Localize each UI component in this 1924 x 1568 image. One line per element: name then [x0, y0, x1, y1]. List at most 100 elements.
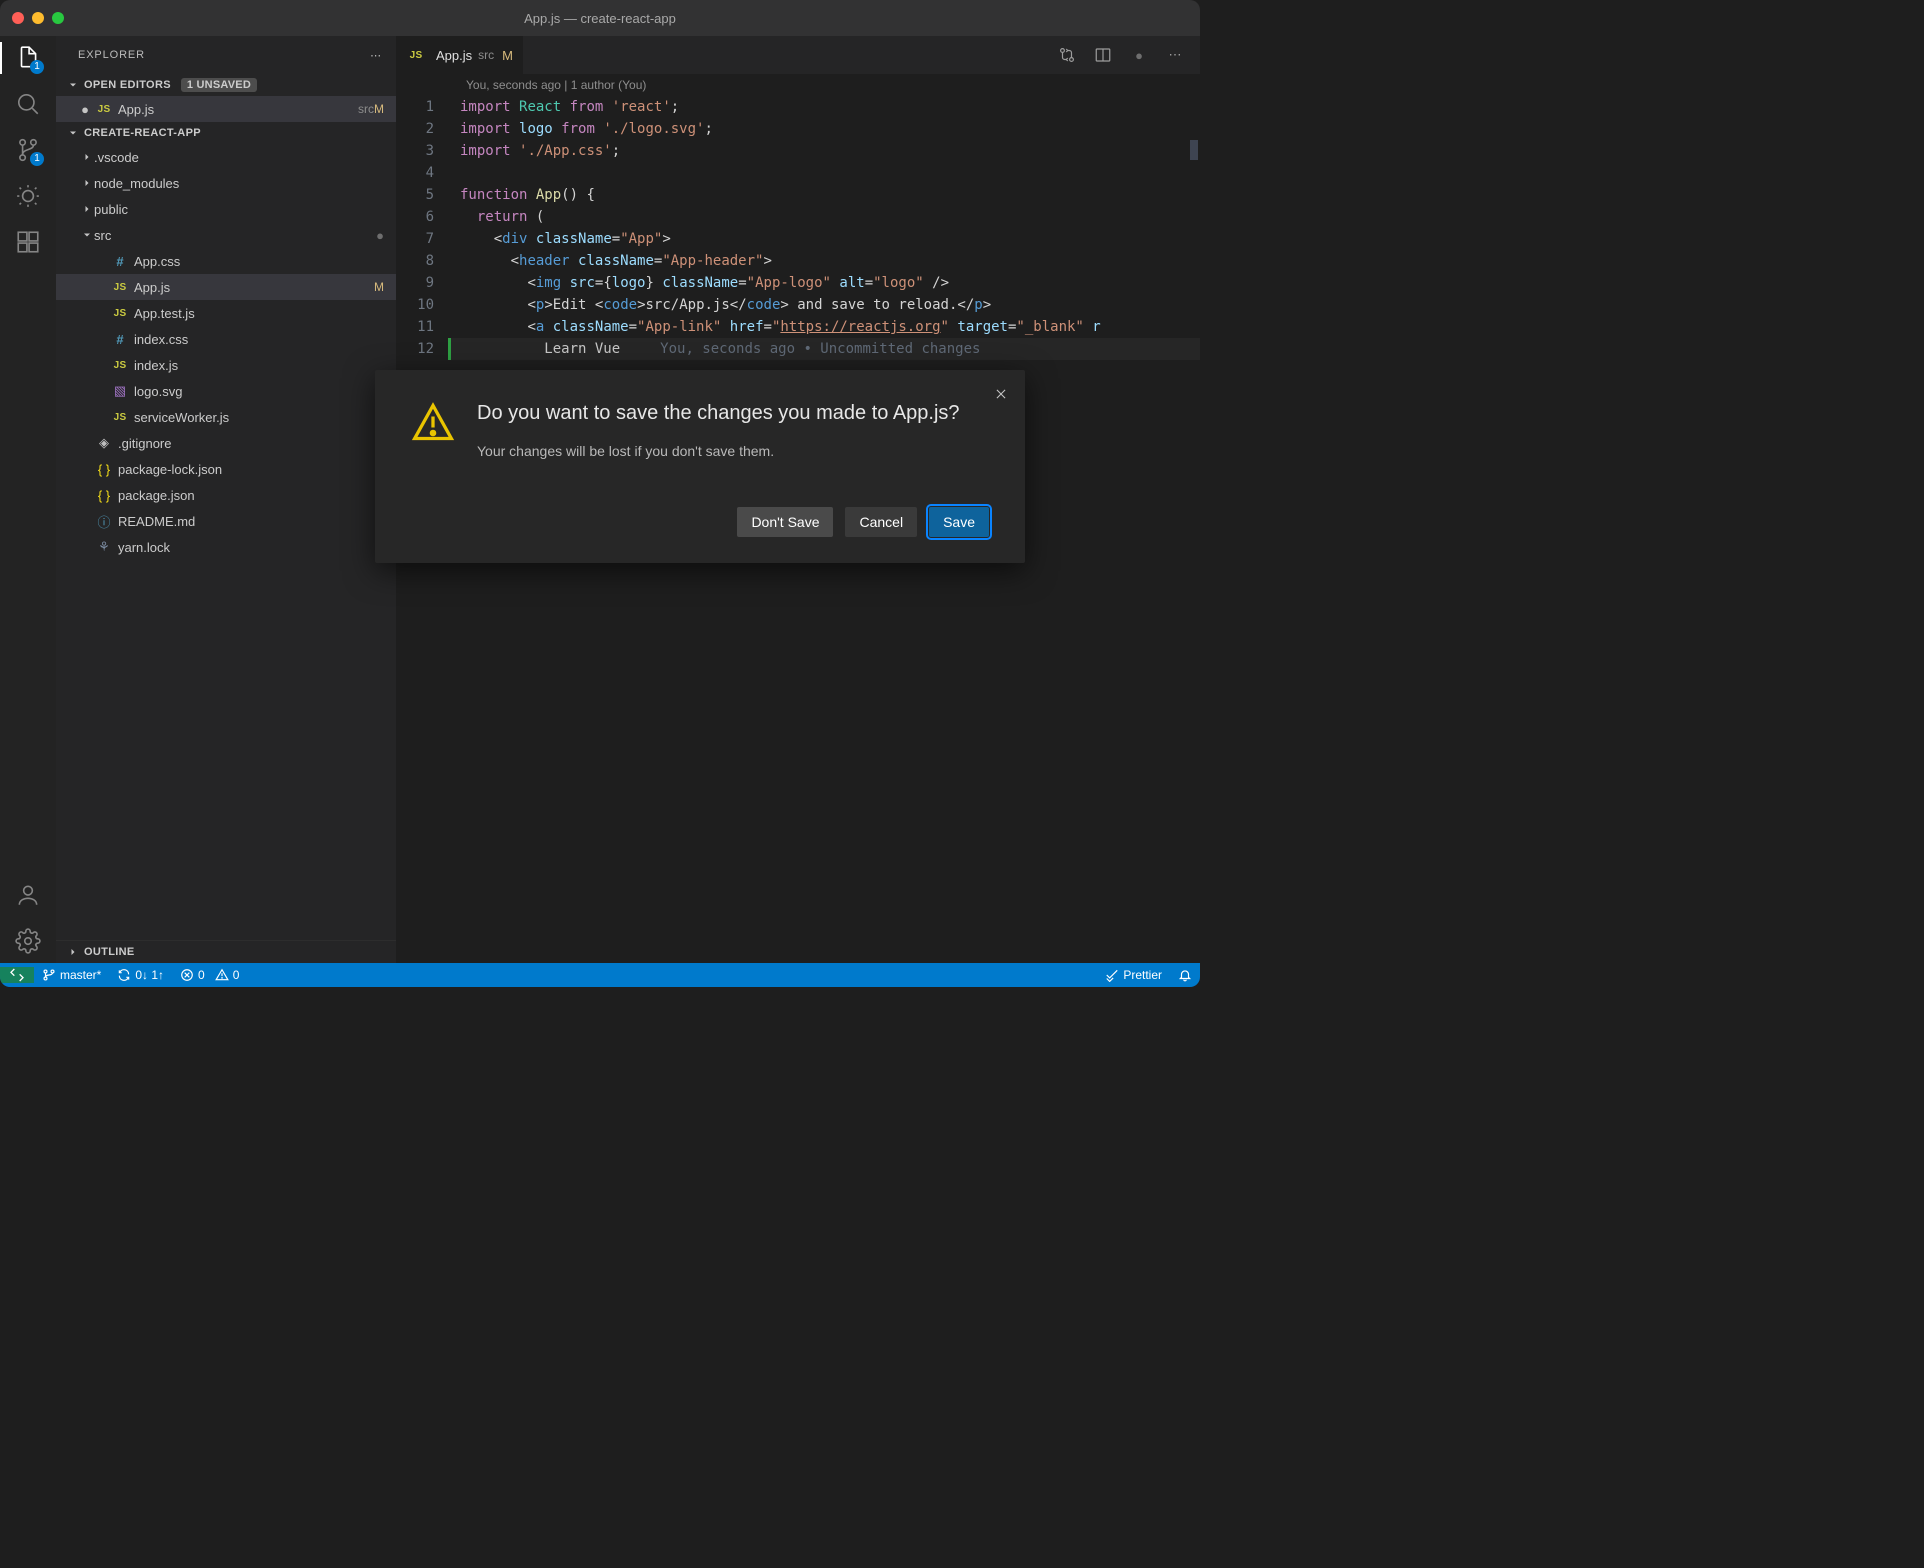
- prettier-label: Prettier: [1123, 968, 1162, 982]
- tree-label: App.js: [134, 280, 374, 295]
- tree-file[interactable]: { }package-lock.json: [56, 456, 396, 482]
- code-line: [448, 162, 1200, 184]
- code-line: <header className="App-header">: [448, 250, 1200, 272]
- window-title: App.js — create-react-app: [0, 11, 1200, 26]
- activity-scm[interactable]: 1: [14, 136, 42, 164]
- tab-actions: ● ⋯: [1056, 44, 1200, 66]
- check-icon: [1105, 968, 1119, 982]
- line-number: 8: [396, 250, 434, 272]
- tree-file[interactable]: JSApp.jsM: [56, 274, 396, 300]
- sidebar-more[interactable]: ⋯: [370, 49, 382, 62]
- chevron-right-icon: [80, 202, 94, 216]
- activity-explorer[interactable]: 1: [14, 44, 42, 72]
- tree-label: package.json: [118, 488, 384, 503]
- activity-bar: 1 1: [0, 36, 56, 963]
- error-icon: [180, 968, 194, 982]
- error-count: 0: [198, 968, 205, 982]
- sidebar-header: EXPLORER ⋯: [56, 36, 396, 74]
- activity-account[interactable]: [14, 881, 42, 909]
- tree-file[interactable]: { } package.json: [56, 482, 396, 508]
- tree-file[interactable]: #index.css: [56, 326, 396, 352]
- line-number: 5: [396, 184, 434, 206]
- tree-label: node_modules: [94, 176, 384, 191]
- open-editors-list: ●JSApp.jssrcM: [56, 96, 396, 122]
- activity-settings[interactable]: [14, 927, 42, 955]
- tree-file[interactable]: JS App.test.js: [56, 300, 396, 326]
- split-editor-button[interactable]: [1092, 44, 1114, 66]
- project-header[interactable]: CREATE-REACT-APP: [56, 122, 396, 144]
- dirty-dot-icon: ●: [76, 102, 94, 117]
- open-editors-header[interactable]: OPEN EDITORS 1 UNSAVED: [56, 74, 396, 96]
- dont-save-button[interactable]: Don't Save: [737, 507, 833, 537]
- notifications[interactable]: [1170, 968, 1200, 982]
- line-number: 4: [396, 162, 434, 184]
- dialog-close-button[interactable]: [989, 382, 1013, 406]
- line-number: 3: [396, 140, 434, 162]
- tree-label: .gitignore: [118, 436, 384, 451]
- problems[interactable]: 0 0: [172, 968, 247, 982]
- warning-icon: [411, 400, 455, 444]
- git-branch[interactable]: master*: [34, 968, 109, 982]
- js-icon: JS: [110, 308, 130, 319]
- tree-folder[interactable]: src●: [56, 222, 396, 248]
- prettier-status[interactable]: Prettier: [1097, 968, 1170, 982]
- tree-label: logo.svg: [134, 384, 384, 399]
- tree-label: public: [94, 202, 384, 217]
- save-dialog: Do you want to save the changes you made…: [375, 370, 1025, 563]
- code-line: function App() {: [448, 184, 1200, 206]
- tree-file[interactable]: ◈ .gitignore: [56, 430, 396, 456]
- tab-dirty-indicator[interactable]: ●: [1128, 44, 1150, 66]
- tree-file[interactable]: ▧logo.svg: [56, 378, 396, 404]
- close-icon: [994, 387, 1008, 401]
- tab-more[interactable]: ⋯: [1164, 44, 1186, 66]
- tree-folder[interactable]: .vscode: [56, 144, 396, 170]
- git-icon: ◈: [94, 435, 114, 451]
- tree-folder[interactable]: public: [56, 196, 396, 222]
- file-tree: .vscodenode_modulespublicsrc●#App.cssJSA…: [56, 144, 396, 940]
- tree-file[interactable]: JSindex.js: [56, 352, 396, 378]
- gear-icon: [15, 928, 41, 954]
- split-icon: [1094, 46, 1112, 64]
- line-number: 11: [396, 316, 434, 338]
- editor-tab-appjs[interactable]: JS App.js src M: [396, 36, 524, 74]
- tree-file[interactable]: ⓘREADME.md: [56, 508, 396, 534]
- tree-label: App.test.js: [134, 306, 384, 321]
- tree-label: serviceWorker.js: [134, 410, 384, 425]
- sidebar: EXPLORER ⋯ OPEN EDITORS 1 UNSAVED ●JSApp…: [56, 36, 396, 963]
- sync-status[interactable]: 0↓ 1↑: [109, 968, 172, 982]
- activity-search[interactable]: [14, 90, 42, 118]
- extensions-icon: [15, 229, 41, 255]
- tree-folder[interactable]: node_modules: [56, 170, 396, 196]
- outline-header[interactable]: OUTLINE: [56, 940, 396, 963]
- branch-icon: [42, 968, 56, 982]
- json-icon: { }: [94, 488, 114, 503]
- save-button[interactable]: Save: [929, 507, 989, 537]
- activity-extensions[interactable]: [14, 228, 42, 256]
- remote-icon: [9, 967, 25, 983]
- tab-filepath: src: [478, 48, 494, 62]
- titlebar: App.js — create-react-app: [0, 0, 1200, 36]
- compare-changes-button[interactable]: [1056, 44, 1078, 66]
- line-number: 2: [396, 118, 434, 140]
- debug-icon: [15, 183, 41, 209]
- js-icon: JS: [110, 360, 130, 371]
- code-line: import logo from './logo.svg';: [448, 118, 1200, 140]
- tree-file[interactable]: #App.css: [56, 248, 396, 274]
- cancel-button[interactable]: Cancel: [845, 507, 917, 537]
- activity-debug[interactable]: [14, 182, 42, 210]
- tree-file[interactable]: ⚘yarn.lock: [56, 534, 396, 560]
- remote-indicator[interactable]: [0, 967, 34, 983]
- tree-label: package-lock.json: [118, 462, 384, 477]
- modified-badge: M: [374, 102, 384, 116]
- line-number: 1: [396, 96, 434, 118]
- chevron-right-icon: [80, 176, 94, 190]
- line-number: 7: [396, 228, 434, 250]
- tree-file[interactable]: JSserviceWorker.js: [56, 404, 396, 430]
- diff-gutter-bar: [448, 338, 451, 360]
- css-icon: #: [110, 332, 130, 347]
- modified-badge: M: [374, 280, 384, 294]
- tab-modified: M: [502, 48, 513, 63]
- tree-label: README.md: [118, 514, 384, 529]
- open-editor-item[interactable]: ●JSApp.jssrcM: [56, 96, 396, 122]
- dialog-subtitle: Your changes will be lost if you don't s…: [477, 443, 960, 459]
